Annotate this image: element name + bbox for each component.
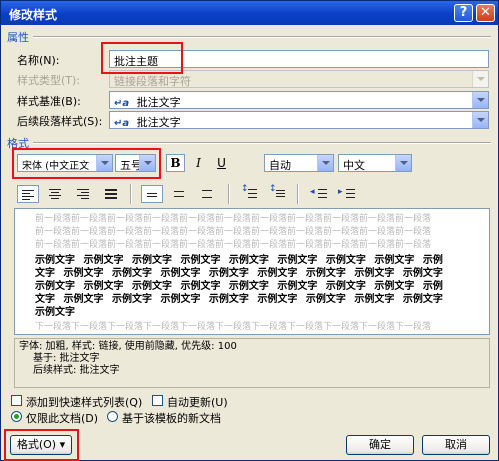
add-to-quick-styles-checkbox[interactable] [11, 395, 22, 406]
template-documents-radio[interactable] [107, 411, 118, 422]
add-to-quick-styles-label[interactable]: 添加到快速样式列表(Q) [26, 394, 142, 410]
title-bar: 修改样式 ? ✕ [1, 1, 498, 25]
single-spacing-button[interactable] [141, 185, 163, 203]
previous-paragraph-text: 前一段落前一段落前一段落前一段落前一段落前一段落前一段落前一段落前一段落前一段落… [35, 214, 432, 224]
style-preview: 前一段落前一段落前一段落前一段落前一段落前一段落前一段落前一段落前一段落前一段落… [14, 208, 490, 335]
sample-text-line: 文字 示例文字 示例文字 示例文字 示例文字 示例文字 示例文字 示例文字 示例… [35, 268, 443, 279]
double-spacing-button[interactable] [197, 185, 219, 203]
toolbar-separator [297, 184, 299, 204]
cancel-button[interactable]: 取消 [422, 435, 490, 455]
font-color-select[interactable]: 自动 [264, 154, 334, 172]
previous-paragraph-text: 前一段落前一段落前一段落前一段落前一段落前一段落前一段落前一段落前一段落前一段落… [35, 227, 432, 237]
language-value: 中文 [343, 159, 365, 172]
name-label: 名称(N): [17, 54, 60, 67]
next-style-dropdown-icon [472, 112, 488, 128]
font-color-dropdown-icon [317, 155, 333, 171]
format-divider [33, 142, 491, 144]
bold-button[interactable]: B [166, 154, 185, 172]
justify-button[interactable] [101, 185, 123, 203]
help-button[interactable]: ? [454, 4, 473, 22]
language-select[interactable]: 中文 [338, 154, 412, 172]
sample-text-line: 示例文字 [35, 307, 75, 318]
only-this-document-label[interactable]: 仅限此文档(D) [26, 410, 98, 426]
paragraph-style-icon: ↵a [114, 98, 130, 109]
dialog-title: 修改样式 [9, 8, 58, 22]
modify-style-dialog: 修改样式 ? ✕ 属性 名称(N): 批注主题 样式类型(T): 链接段落和字符… [0, 0, 499, 461]
toolbar-separator [228, 184, 230, 204]
based-on-value: 批注文字 [136, 96, 181, 109]
template-documents-label[interactable]: 基于该模板的新文档 [122, 410, 221, 426]
font-color-value: 自动 [269, 159, 291, 172]
auto-update-checkbox[interactable] [152, 395, 163, 406]
underline-button[interactable]: U [212, 154, 231, 172]
sample-text-line: 示例文字 示例文字 示例文字 示例文字 示例文字 示例文字 示例文字 示例文字 … [35, 281, 443, 292]
align-right-button[interactable] [73, 185, 95, 203]
sample-text-line: 文字 示例文字 示例文字 示例文字 示例文字 示例文字 示例文字 示例文字 示例… [35, 294, 443, 305]
properties-section-label: 属性 [7, 31, 29, 44]
description-line: 后续样式: 批注文字 [33, 365, 120, 376]
language-dropdown-icon [395, 155, 411, 171]
close-button[interactable]: ✕ [476, 4, 495, 22]
next-paragraph-text: 下一段落下一段落下一段落下一段落下一段落下一段落下一段落下一段落下一段落下一段落… [35, 322, 432, 332]
next-style-select[interactable]: ↵a 批注文字 [109, 111, 489, 129]
next-style-label: 后续段落样式(S): [17, 115, 103, 128]
previous-paragraph-text: 前一段落前一段落前一段落前一段落前一段落前一段落前一段落前一段落前一段落前一段落… [35, 240, 432, 250]
based-on-select[interactable]: ↵a 批注文字 [109, 91, 489, 109]
toolbar-separator [130, 184, 132, 204]
properties-divider [33, 36, 491, 38]
next-style-value: 批注文字 [136, 116, 181, 129]
italic-button[interactable]: I [189, 154, 208, 172]
paragraph-style-icon: ↵a [114, 118, 130, 129]
format-button-highlight-box [4, 429, 79, 461]
style-description: 字体: 加粗, 样式: 链接, 使用前隐藏, 优先级: 100 基于: 批注文字… [14, 338, 490, 388]
name-highlight-box [101, 42, 183, 74]
increase-spacing-button[interactable]: ↕ [239, 184, 261, 203]
only-this-document-radio[interactable] [11, 411, 22, 422]
decrease-spacing-button[interactable]: ↕ [267, 184, 289, 203]
font-highlight-box [12, 148, 161, 179]
description-line: 字体: 加粗, 样式: 链接, 使用前隐藏, 优先级: 100 [19, 341, 237, 352]
align-center-button[interactable] [45, 185, 67, 203]
based-on-dropdown-icon [472, 92, 488, 108]
one-half-spacing-button[interactable] [169, 185, 191, 203]
style-type-label: 样式类型(T): [17, 74, 81, 87]
auto-update-label[interactable]: 自动更新(U) [167, 394, 228, 410]
decrease-indent-button[interactable]: ◂ [309, 185, 331, 203]
sample-text-line: 示例文字 示例文字 示例文字 示例文字 示例文字 示例文字 示例文字 示例文字 … [35, 255, 443, 266]
style-type-value: 链接段落和字符 [114, 75, 191, 88]
next-paragraph-text: 下一段落下一段落下一段落下一段落下一段落下一段落下一段落下一段落下一段落下一段落… [35, 334, 487, 335]
align-left-button[interactable] [17, 185, 39, 203]
ok-button[interactable]: 确定 [346, 435, 414, 455]
description-line: 基于: 批注文字 [33, 353, 100, 364]
increase-indent-button[interactable]: ▸ [337, 185, 359, 203]
based-on-label: 样式基准(B): [17, 95, 81, 108]
style-type-dropdown-icon [472, 71, 488, 87]
